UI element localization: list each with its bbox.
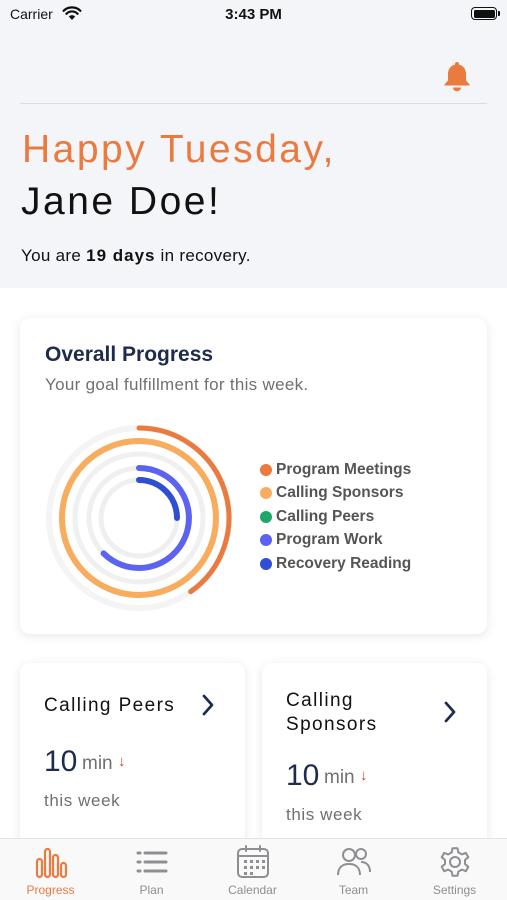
stat-unit: min <box>324 767 355 788</box>
chevron-right-icon[interactable] <box>201 694 215 716</box>
tab-bar: Progress Plan Calendar Team Settings <box>0 838 507 900</box>
calling-sponsors-card[interactable]: Calling Sponsors 10 min ↓ this week <box>262 663 487 863</box>
team-icon <box>336 848 371 876</box>
stat-title: Calling Peers <box>44 695 176 716</box>
legend-dot-calling-peers <box>260 510 272 523</box>
user-name: Jane Doe! <box>21 180 222 223</box>
recovery-status: You are 19 days in recovery. <box>21 246 251 265</box>
notification-bell-icon[interactable] <box>443 60 471 92</box>
header-divider <box>20 103 487 104</box>
tab-label: Plan <box>139 883 164 897</box>
ring-recovery-reading <box>136 477 180 521</box>
tab-label: Team <box>338 883 369 897</box>
trend-down-icon: ↓ <box>118 753 126 770</box>
tab-settings[interactable]: Settings <box>404 839 505 900</box>
legend-dot-calling-sponsors <box>260 487 272 500</box>
tab-label: Settings <box>432 883 477 897</box>
status-bar: Carrier 3:43 PM <box>0 0 507 30</box>
stat-title: Calling Sponsors <box>286 690 378 735</box>
bar-chart-icon <box>35 847 67 879</box>
legend-item: Calling Peers <box>260 505 411 529</box>
card-subtitle: Your goal fulfillment for this week. <box>45 375 309 394</box>
legend-item: Program Meetings <box>260 458 411 482</box>
trend-down-icon: ↓ <box>360 767 368 784</box>
stat-period: this week <box>286 805 363 824</box>
clock: 3:43 PM <box>225 6 282 23</box>
stat-period: this week <box>44 791 121 810</box>
legend-item: Recovery Reading <box>260 552 411 576</box>
calling-peers-card[interactable]: Calling Peers 10 min ↓ this week <box>20 663 245 863</box>
overall-progress-card[interactable]: Overall Progress Your goal fulfillment f… <box>20 318 487 634</box>
list-icon <box>136 851 167 873</box>
tab-label: Progress <box>26 883 75 897</box>
card-title: Overall Progress <box>45 343 214 366</box>
chevron-right-icon[interactable] <box>443 701 457 723</box>
tab-label: Calendar <box>228 883 277 897</box>
tab-calendar[interactable]: Calendar <box>202 839 303 900</box>
stat-unit: min <box>82 753 113 774</box>
progress-rings-chart <box>46 425 232 611</box>
legend-dot-program-meetings <box>260 463 272 476</box>
legend-item: Calling Sponsors <box>260 482 411 506</box>
recovery-days: 19 days <box>86 246 156 265</box>
progress-legend: Program Meetings Calling Sponsors Callin… <box>260 458 411 576</box>
stat-value: 10 <box>286 759 320 792</box>
legend-dot-program-work <box>260 534 272 547</box>
stat-value: 10 <box>44 745 78 778</box>
legend-dot-recovery-reading <box>260 557 272 570</box>
greeting-title: Happy Tuesday, <box>22 128 336 171</box>
gear-icon <box>440 847 469 877</box>
ring-track-calling-peers <box>72 451 206 585</box>
ring-calling-sponsors <box>59 438 219 598</box>
battery-icon <box>471 7 500 20</box>
tab-plan[interactable]: Plan <box>101 839 202 900</box>
tab-progress[interactable]: Progress <box>0 839 101 900</box>
tab-team[interactable]: Team <box>303 839 404 900</box>
legend-item: Program Work <box>260 529 411 553</box>
calendar-icon <box>236 845 269 878</box>
